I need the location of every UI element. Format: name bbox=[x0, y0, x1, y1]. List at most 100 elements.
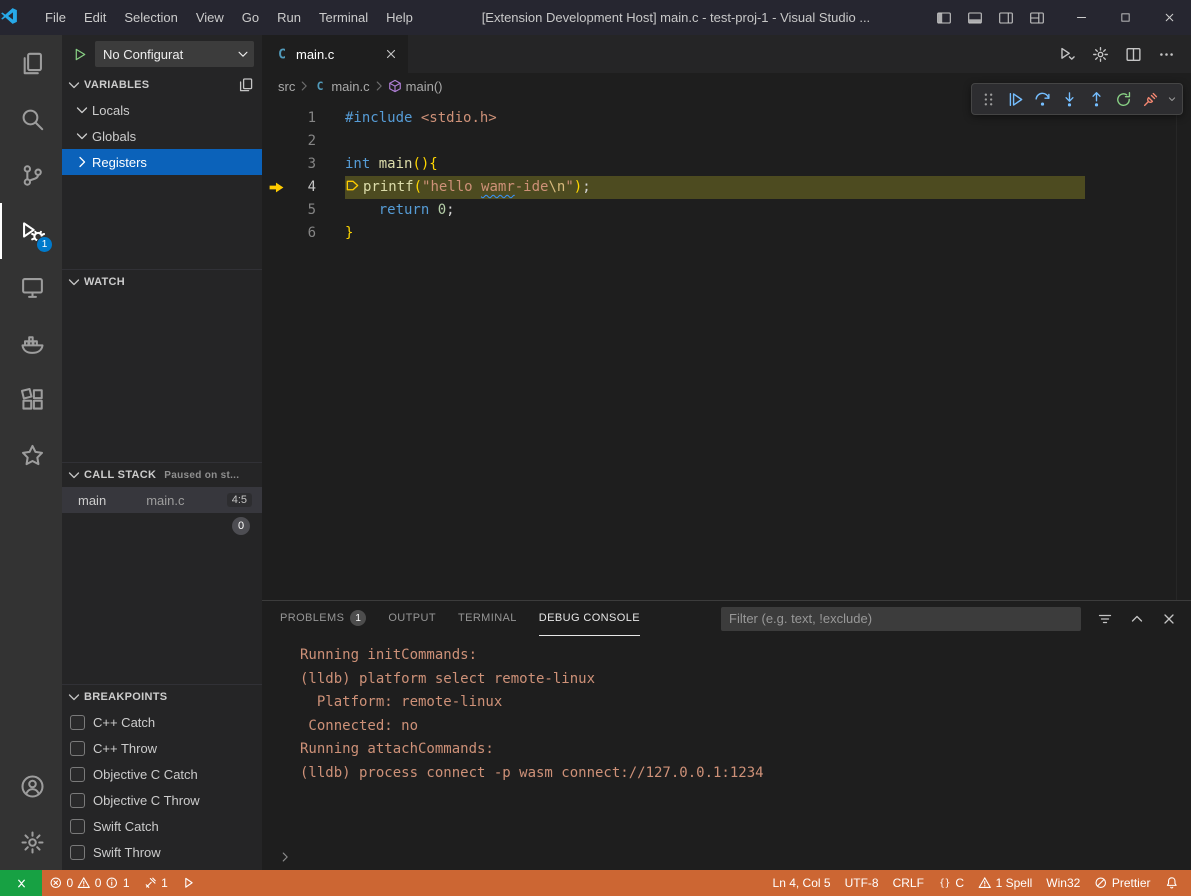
breakpoint-item-c-catch[interactable]: C++ Catch bbox=[62, 709, 262, 735]
continue-button[interactable] bbox=[1002, 86, 1029, 113]
tasks-indicator[interactable]: 1 bbox=[137, 870, 175, 896]
activity-run-and-debug[interactable]: 1 bbox=[0, 203, 62, 259]
code-line-2[interactable]: 2 bbox=[262, 130, 1191, 153]
stack-frame[interactable]: mainmain.c4:5 bbox=[62, 487, 262, 513]
call-stack-pane-header[interactable]: CALL STACK Paused on st... bbox=[62, 463, 262, 487]
drag-gripper[interactable] bbox=[975, 86, 1002, 113]
close-tab-icon[interactable] bbox=[384, 47, 398, 61]
step-over-button[interactable] bbox=[1029, 86, 1056, 113]
split-editor-button[interactable] bbox=[1125, 46, 1142, 63]
breakpoint-checkbox[interactable] bbox=[70, 819, 85, 834]
panel-tab-problems[interactable]: PROBLEMS1 bbox=[280, 601, 366, 636]
activity-accounts[interactable] bbox=[0, 758, 62, 814]
more-actions-button[interactable] bbox=[1158, 46, 1175, 63]
gutter[interactable] bbox=[262, 130, 290, 153]
code-line-3[interactable]: 3int main(){ bbox=[262, 153, 1191, 176]
step-into-button[interactable] bbox=[1056, 86, 1083, 113]
launch-settings-button[interactable] bbox=[1092, 46, 1109, 63]
code-line-5[interactable]: 5 return 0; bbox=[262, 199, 1191, 222]
activity-extensions[interactable] bbox=[0, 371, 62, 427]
run-or-debug-button[interactable] bbox=[1059, 46, 1076, 63]
encoding[interactable]: UTF-8 bbox=[838, 870, 886, 896]
menu-terminal[interactable]: Terminal bbox=[310, 0, 377, 35]
variables-item-registers[interactable]: Registers bbox=[62, 149, 262, 175]
layout-sidebar-right-button[interactable] bbox=[992, 4, 1020, 32]
code-line-4[interactable]: 4printf("hello wamr-ide\n"); bbox=[262, 176, 1191, 199]
eol[interactable]: CRLF bbox=[886, 870, 931, 896]
layout-customize-button[interactable] bbox=[1023, 4, 1051, 32]
cursor-position[interactable]: Ln 4, Col 5 bbox=[766, 870, 838, 896]
watch-pane-header[interactable]: WATCH bbox=[62, 270, 262, 294]
menu-selection[interactable]: Selection bbox=[115, 0, 186, 35]
gutter[interactable] bbox=[262, 153, 290, 176]
remote-indicator[interactable] bbox=[0, 870, 42, 896]
breakpoint-checkbox[interactable] bbox=[70, 793, 85, 808]
problems-indicator[interactable]: 001 bbox=[42, 870, 137, 896]
activity-search[interactable] bbox=[0, 91, 62, 147]
filter-icon[interactable] bbox=[1097, 611, 1113, 627]
breakpoint-checkbox[interactable] bbox=[70, 767, 85, 782]
gutter[interactable] bbox=[262, 107, 290, 130]
gutter[interactable] bbox=[262, 199, 290, 222]
session-picker-chevron[interactable] bbox=[1164, 86, 1179, 113]
breakpoint-item-swift-throw[interactable]: Swift Throw bbox=[62, 839, 262, 865]
prettier[interactable]: Prettier bbox=[1087, 870, 1157, 896]
activity-explorer[interactable] bbox=[0, 35, 62, 91]
breakpoint-checkbox[interactable] bbox=[70, 845, 85, 860]
breakpoint-item-swift-catch[interactable]: Swift Catch bbox=[62, 813, 262, 839]
menu-help[interactable]: Help bbox=[377, 0, 422, 35]
disconnect-button[interactable] bbox=[1137, 86, 1164, 113]
variables-item-locals[interactable]: Locals bbox=[62, 97, 262, 123]
layout-sidebar-button[interactable] bbox=[930, 4, 958, 32]
variables-item-globals[interactable]: Globals bbox=[62, 123, 262, 149]
debug-indicator[interactable] bbox=[175, 870, 203, 896]
restart-button[interactable] bbox=[1110, 86, 1137, 113]
close-window-button[interactable] bbox=[1147, 0, 1191, 35]
breadcrumb-src[interactable]: src bbox=[278, 79, 295, 94]
activity-wamr-ide[interactable] bbox=[0, 427, 62, 483]
start-debug-icon[interactable] bbox=[73, 47, 88, 62]
breakpoint-item-objective-c-throw[interactable]: Objective C Throw bbox=[62, 787, 262, 813]
breakpoint-item-objective-c-catch[interactable]: Objective C Catch bbox=[62, 761, 262, 787]
platform[interactable]: Win32 bbox=[1039, 870, 1087, 896]
menu-run[interactable]: Run bbox=[268, 0, 310, 35]
spell-checker[interactable]: 1 Spell bbox=[971, 870, 1039, 896]
breakpoint-item-c-throw[interactable]: C++ Throw bbox=[62, 735, 262, 761]
activity-docker[interactable] bbox=[0, 315, 62, 371]
panel-tab-debug-console[interactable]: DEBUG CONSOLE bbox=[539, 601, 640, 636]
breakpoints-pane-header[interactable]: BREAKPOINTS bbox=[62, 685, 262, 709]
code-editor[interactable]: 1#include <stdio.h>23int main(){4printf(… bbox=[262, 99, 1191, 600]
copy-value-icon[interactable] bbox=[238, 77, 254, 93]
gutter[interactable] bbox=[262, 176, 290, 199]
activity-settings[interactable] bbox=[0, 814, 62, 870]
debug-console-output[interactable]: Running initCommands:(lldb) platform sel… bbox=[262, 636, 1191, 844]
activity-remote-explorer[interactable] bbox=[0, 259, 62, 315]
debug-console-input[interactable] bbox=[262, 844, 1191, 870]
breakpoint-checkbox[interactable] bbox=[70, 715, 85, 730]
debug-config-select[interactable]: No Configurat bbox=[95, 41, 254, 67]
maximize-panel-icon[interactable] bbox=[1129, 611, 1145, 627]
code-line-6[interactable]: 6} bbox=[262, 222, 1191, 245]
activity-source-control[interactable] bbox=[0, 147, 62, 203]
breadcrumb-main[interactable]: main() bbox=[388, 79, 443, 94]
menu-edit[interactable]: Edit bbox=[75, 0, 115, 35]
close-panel-icon[interactable] bbox=[1161, 611, 1177, 627]
language-mode[interactable]: {}C bbox=[931, 870, 971, 896]
panel-tab-output[interactable]: OUTPUT bbox=[388, 601, 436, 636]
breakpoint-checkbox[interactable] bbox=[70, 741, 85, 756]
notifications[interactable] bbox=[1158, 870, 1186, 896]
gutter[interactable] bbox=[262, 222, 290, 245]
code-token: return bbox=[379, 202, 430, 218]
menu-go[interactable]: Go bbox=[233, 0, 268, 35]
console-filter-input[interactable] bbox=[721, 607, 1081, 631]
tab-main-c[interactable]: C main.c bbox=[262, 35, 408, 73]
step-out-button[interactable] bbox=[1083, 86, 1110, 113]
panel-tab-terminal[interactable]: TERMINAL bbox=[458, 601, 517, 636]
layout-panel-button[interactable] bbox=[961, 4, 989, 32]
minimize-button[interactable] bbox=[1059, 0, 1103, 35]
variables-pane-header[interactable]: VARIABLES bbox=[62, 73, 262, 97]
breadcrumb-main-c[interactable]: Cmain.c bbox=[313, 79, 369, 94]
menu-view[interactable]: View bbox=[187, 0, 233, 35]
menu-file[interactable]: File bbox=[36, 0, 75, 35]
maximize-button[interactable] bbox=[1103, 0, 1147, 35]
